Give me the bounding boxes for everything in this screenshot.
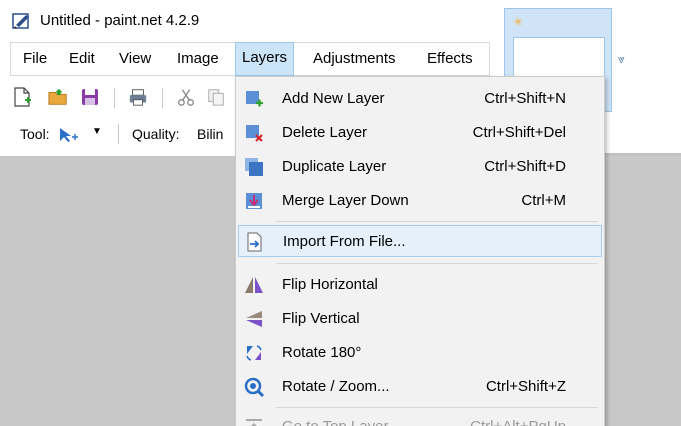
menu-item-rotate-zoom[interactable]: Rotate / Zoom... Ctrl+Shift+Z [238, 371, 602, 403]
menu-separator [276, 221, 598, 222]
toolbar-divider [162, 88, 163, 108]
menu-item-merge-layer-down[interactable]: Merge Layer Down Ctrl+M [238, 185, 602, 217]
menu-edit[interactable]: Edit [63, 43, 101, 75]
toolbar-divider [118, 124, 119, 144]
merge-down-icon [246, 193, 262, 209]
menu-file[interactable]: File [17, 43, 53, 75]
quality-label: Quality: [132, 126, 180, 142]
menu-bar: File Edit View Image Layers Adjustments … [10, 42, 490, 76]
menu-effects[interactable]: Effects [421, 43, 479, 75]
paintnet-app-icon [12, 13, 29, 29]
add-layer-icon [246, 91, 263, 107]
flip-horizontal-icon [245, 277, 263, 293]
copy-icon[interactable] [206, 86, 226, 108]
menu-adjustments[interactable]: Adjustments [307, 43, 402, 75]
pointer-move-icon[interactable] [58, 126, 80, 144]
tool-label: Tool: [20, 126, 50, 142]
top-layer-icon [246, 419, 262, 426]
delete-layer-icon [246, 125, 263, 142]
menu-separator [276, 407, 598, 408]
import-file-icon [247, 232, 262, 252]
menu-item-rotate-180[interactable]: Rotate 180° [238, 337, 602, 369]
open-folder-icon[interactable] [48, 86, 68, 108]
menu-layers[interactable]: Layers [235, 42, 295, 76]
menu-item-flip-horizontal[interactable]: Flip Horizontal [238, 269, 602, 301]
menu-item-duplicate-layer[interactable]: Duplicate Layer Ctrl+Shift+D [238, 151, 602, 183]
new-file-icon[interactable] [12, 86, 32, 108]
layers-dropdown-menu: Add New Layer Ctrl+Shift+N Delete Layer … [235, 76, 605, 426]
menu-item-flip-vertical[interactable]: Flip Vertical [238, 303, 602, 335]
tool-options-bar: Tool: ▼ Quality: Bilin [0, 118, 240, 150]
duplicate-layer-icon [245, 158, 263, 176]
unsaved-star-icon: ✳ [513, 15, 524, 29]
rotate-180-icon [246, 345, 262, 361]
tool-dropdown-arrow-icon[interactable]: ▼ [92, 126, 102, 137]
menu-view[interactable]: View [113, 43, 157, 75]
menu-separator [276, 263, 598, 264]
rotate-zoom-icon [244, 377, 264, 397]
menu-item-go-to-top-layer[interactable]: Go to Top Layer Ctrl+Alt+PgUp [238, 411, 602, 426]
menu-item-import-from-file[interactable]: Import From File... [238, 225, 602, 257]
menu-image[interactable]: Image [171, 43, 225, 75]
main-toolbar [0, 78, 240, 118]
flip-vertical-icon [246, 311, 262, 327]
toolbar-right-area [605, 112, 681, 156]
menu-item-delete-layer[interactable]: Delete Layer Ctrl+Shift+Del [238, 117, 602, 149]
cut-icon[interactable] [176, 86, 196, 108]
chevron-down-icon[interactable]: ⩔ [618, 52, 625, 67]
toolbar-divider [114, 88, 115, 108]
window-title: Untitled - paint.net 4.2.9 [40, 12, 200, 29]
print-icon[interactable] [128, 86, 148, 108]
quality-dropdown[interactable]: Bilin [197, 126, 223, 142]
save-icon[interactable] [80, 86, 100, 108]
menu-item-add-new-layer[interactable]: Add New Layer Ctrl+Shift+N [238, 83, 602, 115]
